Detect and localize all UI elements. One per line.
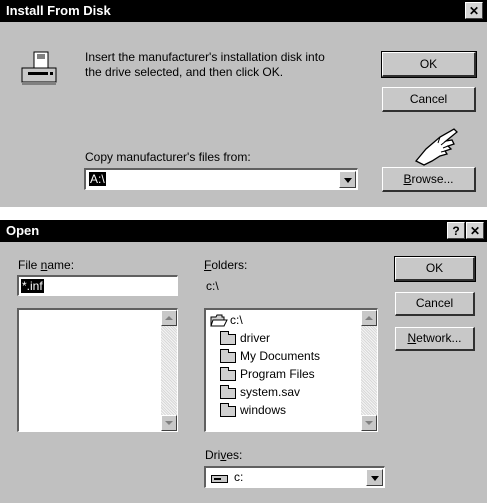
copy-files-combo[interactable]: A:\ (84, 168, 358, 190)
file-list-scroll-up[interactable] (161, 310, 177, 326)
folder-list-scroll-down[interactable] (361, 415, 377, 431)
install-close-button[interactable]: ✕ (465, 2, 483, 19)
open-cancel-button[interactable]: Cancel (395, 292, 475, 316)
open-dialog: Open ? ✕ File name: *.inf Folders: c:\ c… (0, 220, 487, 503)
open-help-button[interactable]: ? (447, 222, 465, 239)
open-cancel-label: Cancel (415, 296, 454, 310)
install-cancel-label: Cancel (409, 92, 448, 106)
network-mnemonic: N (407, 331, 417, 345)
folder-list[interactable]: c:\ driver My Documents Program Files sy… (204, 308, 378, 432)
folder-item-windows[interactable]: windows (240, 403, 286, 417)
folder-icon (220, 403, 236, 417)
open-dialog-titlebar[interactable]: Open ? ✕ (0, 220, 487, 242)
open-ok-label: OK (425, 261, 444, 275)
drives-label: Drives: (205, 448, 243, 462)
folder-icon (220, 349, 236, 363)
file-name-label: File name: (18, 258, 75, 272)
open-ok-button[interactable]: OK (394, 256, 476, 282)
folder-list-scrollbar[interactable] (361, 310, 377, 431)
open-folder-icon (210, 314, 228, 327)
install-ok-label: OK (419, 57, 438, 71)
floppy-drive-icon (20, 50, 60, 88)
copy-files-value: A:\ (89, 172, 106, 186)
file-list-scroll-down[interactable] (161, 415, 177, 431)
install-from-disk-dialog: Install From Disk ✕ Insert the manufactu… (0, 0, 487, 207)
install-message-line1: Insert the manufacturer's installation d… (85, 50, 325, 64)
browse-label-rest: rowse... (411, 172, 454, 186)
open-close-button[interactable]: ✕ (466, 222, 484, 239)
browse-button[interactable]: Browse... (382, 167, 476, 192)
folder-icon (220, 331, 236, 345)
file-list[interactable] (17, 308, 178, 432)
folder-list-scroll-up[interactable] (361, 310, 377, 326)
folder-item-program-files[interactable]: Program Files (240, 367, 315, 381)
folder-item-root[interactable]: c:\ (230, 313, 243, 327)
install-cancel-button[interactable]: Cancel (382, 87, 476, 112)
pointing-hand-icon (410, 127, 462, 167)
open-dialog-title: Open (6, 223, 40, 238)
drives-combo[interactable]: c: (204, 466, 385, 488)
copy-files-label: Copy manufacturer's files from: (85, 150, 251, 164)
file-name-input[interactable]: *.inf (17, 275, 178, 296)
drive-value: c: (234, 470, 244, 484)
install-ok-button[interactable]: OK (381, 51, 477, 78)
drive-icon (211, 473, 229, 483)
folder-item-driver[interactable]: driver (240, 331, 270, 345)
folder-item-my-documents[interactable]: My Documents (240, 349, 320, 363)
network-label-rest: etwork... (416, 331, 462, 345)
network-button[interactable]: Network... (395, 327, 475, 351)
current-path: c:\ (206, 279, 219, 293)
folder-icon (220, 385, 236, 399)
folder-icon (220, 367, 236, 381)
dialog-separator (0, 207, 487, 220)
copy-files-dropdown-arrow[interactable] (339, 171, 356, 188)
browse-mnemonic: B (403, 172, 412, 186)
install-dialog-title: Install From Disk (6, 3, 111, 18)
folder-item-system-sav[interactable]: system.sav (240, 385, 300, 399)
install-dialog-titlebar[interactable]: Install From Disk ✕ (0, 0, 487, 22)
drives-dropdown-arrow[interactable] (366, 469, 383, 486)
install-message-line2: the drive selected, and then click OK. (85, 65, 284, 79)
folders-label: Folders: (204, 258, 248, 272)
file-name-value: *.inf (21, 279, 44, 293)
file-list-scrollbar[interactable] (161, 310, 177, 431)
